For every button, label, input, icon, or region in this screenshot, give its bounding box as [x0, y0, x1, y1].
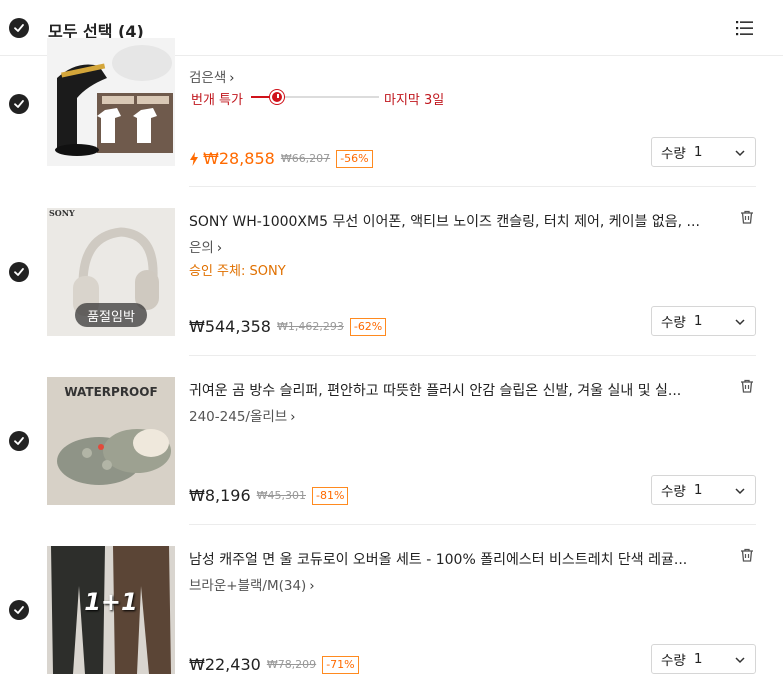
product-name[interactable]: 귀여운 곰 방수 슬리퍼, 편안하고 따뜻한 플러시 안감 슬립온 신발, 겨울…	[189, 380, 719, 400]
check-icon	[14, 24, 24, 32]
quantity-label: 수량	[661, 315, 686, 331]
chevron-right-icon: ›	[229, 71, 235, 86]
quantity-label: 수량	[661, 146, 686, 162]
product-option[interactable]: 검은색 ›	[189, 66, 234, 86]
sale-price: ₩8,196	[189, 486, 251, 505]
product-name[interactable]: SONY WH-1000XM5 무선 이어폰, 액티브 노이즈 캔슬링, 터치 …	[189, 211, 719, 231]
original-price: ₩66,207	[280, 152, 331, 165]
cart-item: 검은색 › 번개 특가 마지막 3일 ₩28,858 ₩66,207 -56% 수…	[0, 38, 783, 187]
price-line: ₩22,430 ₩78,209 -71%	[189, 655, 359, 674]
quantity-select[interactable]: 수량 1	[651, 475, 756, 505]
chevron-right-icon: ›	[309, 579, 315, 594]
quantity-value: 1	[693, 482, 703, 498]
sale-price: ₩544,358	[189, 317, 271, 336]
cart-item: WATERPROOF 귀여운 곰 방수 슬리퍼, 편안하고 따뜻한 플러시 안감…	[0, 356, 783, 525]
chevron-down-icon	[735, 657, 745, 664]
item-checkbox[interactable]	[9, 431, 29, 451]
check-icon	[14, 437, 24, 445]
check-icon	[14, 606, 24, 614]
soldout-badge: 품절임박	[75, 303, 147, 327]
price-line: ₩544,358 ₩1,462,293 -62%	[189, 317, 387, 336]
chevron-right-icon: ›	[290, 410, 296, 425]
price-line: ₩28,858 ₩66,207 -56%	[189, 149, 373, 168]
cart-item: 1+1 남성 캐주얼 면 울 코듀로이 오버올 세트 - 100% 폴리에스터 …	[0, 525, 783, 693]
product-image-steamer[interactable]	[47, 38, 175, 166]
cart-item: SONY 품절임박 SONY WH-1000XM5 무선 이어폰, 액티브 노이…	[0, 187, 783, 356]
product-image-headphones[interactable]: SONY 품절임박	[47, 208, 175, 336]
check-icon	[14, 268, 24, 276]
quantity-select[interactable]: 수량 1	[651, 644, 756, 674]
flash-deal-ends: 마지막 3일	[384, 93, 445, 108]
price-line: ₩8,196 ₩45,301 -81%	[189, 486, 349, 505]
quantity-label: 수량	[661, 653, 686, 669]
product-image-pants[interactable]: 1+1	[47, 546, 175, 674]
chevron-down-icon	[735, 488, 745, 495]
list-view-icon[interactable]	[735, 18, 755, 38]
lightning-icon	[190, 151, 198, 166]
original-price: ₩78,209	[266, 658, 317, 671]
trash-icon[interactable]	[739, 378, 755, 394]
chevron-right-icon: ›	[216, 241, 223, 256]
item-checkbox[interactable]	[9, 262, 29, 282]
original-price: ₩1,462,293	[276, 320, 344, 333]
product-option[interactable]: 은의 ›	[189, 236, 222, 256]
promo-text: 1+1	[84, 588, 138, 616]
discount-badge: -62%	[349, 317, 387, 336]
discount-badge: -56%	[336, 149, 373, 168]
flash-deal-label: 번개 특가	[191, 93, 243, 108]
chevron-down-icon	[735, 150, 745, 157]
product-image-slippers[interactable]: WATERPROOF	[47, 377, 175, 505]
item-checkbox[interactable]	[9, 94, 29, 114]
discount-badge: -71%	[322, 655, 359, 674]
quantity-select[interactable]: 수량 1	[651, 137, 756, 167]
quantity-value: 1	[693, 651, 703, 667]
sale-price: ₩22,430	[189, 655, 261, 674]
product-option[interactable]: 240-245/올리브 ›	[189, 405, 295, 425]
discount-badge: -81%	[312, 486, 349, 505]
quantity-value: 1	[693, 144, 703, 160]
quantity-select[interactable]: 수량 1	[651, 306, 756, 336]
check-icon	[14, 100, 24, 108]
flash-deal-progress	[251, 90, 379, 104]
brand-logo-text: SONY	[49, 208, 75, 218]
brand-logo-text: WATERPROOF	[64, 385, 158, 399]
item-checkbox[interactable]	[9, 600, 29, 620]
quantity-label: 수량	[661, 484, 686, 500]
original-price: ₩45,301	[256, 489, 306, 502]
clock-icon	[269, 90, 284, 104]
product-name[interactable]: 남성 캐주얼 면 울 코듀로이 오버올 세트 - 100% 폴리에스터 비스트레…	[189, 549, 719, 569]
seller-label: 승인 주체: SONY	[189, 264, 286, 279]
trash-icon[interactable]	[739, 209, 755, 225]
chevron-down-icon	[735, 319, 745, 326]
quantity-value: 1	[693, 313, 703, 329]
sale-price: ₩28,858	[203, 149, 275, 168]
select-all-checkbox[interactable]	[9, 18, 29, 38]
product-option[interactable]: 브라운+블랙/M(34) ›	[189, 574, 315, 594]
trash-icon[interactable]	[739, 547, 755, 563]
